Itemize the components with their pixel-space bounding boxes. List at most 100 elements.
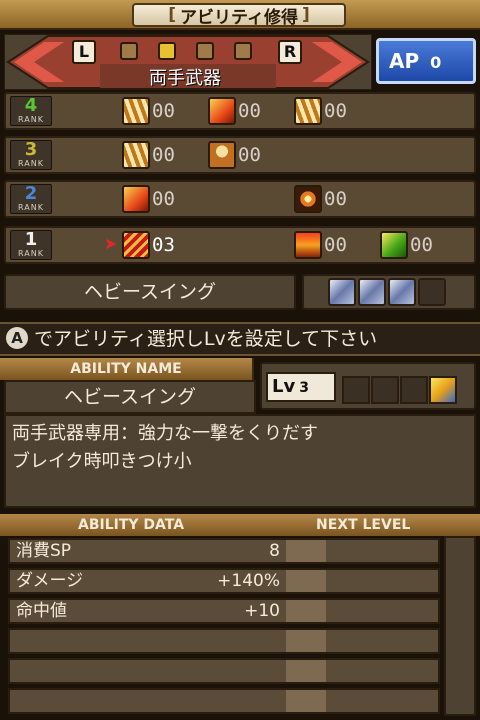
rank-word: RANK [18, 249, 44, 258]
ap-display: AP 0 [376, 38, 476, 84]
ability-count: 00 [324, 100, 347, 122]
rank-number: 1 [24, 229, 38, 250]
level-panel: Lv 3 [260, 362, 476, 410]
level-value: 3 [299, 380, 309, 396]
data-label: 消費SP [16, 541, 72, 561]
weapon-page-pip [196, 42, 214, 60]
title-bracket-left: [ [168, 5, 176, 25]
level-tag: Lv 3 [266, 372, 336, 402]
rank-badge: 3 RANK [10, 140, 52, 170]
a-button-icon: A [6, 327, 28, 349]
rank-badge: 1 RANK [10, 230, 52, 260]
next-level-panel [444, 536, 476, 716]
title-bracket-right: ] [301, 5, 310, 25]
ability-slot[interactable]: 00 [294, 230, 347, 260]
ability-count: 00 [152, 144, 175, 166]
ability-slot[interactable]: 00 [294, 96, 347, 126]
ability-count: 03 [152, 234, 175, 256]
rank-badge: 4 RANK [10, 96, 52, 126]
ability-slot[interactable]: 00 [122, 184, 175, 214]
data-label: ダメージ [16, 571, 84, 591]
level-up-icon[interactable] [429, 376, 457, 404]
ability-slot[interactable]: 00 [208, 96, 261, 126]
green-slash-icon [380, 231, 408, 259]
level-box [400, 376, 428, 404]
ability-slot[interactable]: 00 [122, 140, 175, 170]
next-level-title: NEXT LEVEL [316, 517, 411, 533]
next-level-cell [286, 630, 326, 652]
empty-slot[interactable] [418, 278, 446, 306]
rank-number: 3 [24, 139, 38, 160]
fire-slash-icon [122, 185, 150, 213]
equipped-slot-icon[interactable] [328, 278, 356, 306]
data-row: 命中値 +10 [8, 598, 440, 624]
ability-slot[interactable]: 00 [380, 230, 433, 260]
instruction-bar: A でアビリティ選択しLvを設定して下さい [0, 322, 480, 356]
instruction-text: でアビリティ選択しLvを設定して下さい [34, 328, 378, 350]
ap-label: AP [389, 49, 420, 73]
data-label: 命中値 [16, 601, 67, 621]
data-value: +10 [244, 601, 280, 621]
next-level-cell [286, 540, 326, 562]
heavy-swing-icon [122, 231, 150, 259]
level-box [342, 376, 370, 404]
rank-word: RANK [18, 203, 44, 212]
ability-name-header: ABILITY NAME [0, 358, 254, 380]
ability-slot[interactable]: 00 [122, 96, 175, 126]
weapon-page-pip [120, 42, 138, 60]
description-line: 両手武器専用：強力な一撃をくりだす [12, 423, 318, 444]
figure-icon [208, 141, 236, 169]
claw-icon [294, 97, 322, 125]
rank-number: 2 [24, 183, 38, 204]
rank-number: 4 [24, 95, 38, 116]
ability-slot[interactable]: 00 [208, 140, 261, 170]
ability-count: 00 [324, 188, 347, 210]
data-row [8, 688, 440, 714]
level-box [371, 376, 399, 404]
fire-slash-icon [208, 97, 236, 125]
claw-icon [122, 141, 150, 169]
rank-row-3: 3 RANK 00 00 [4, 136, 476, 174]
ability-count: 00 [238, 100, 261, 122]
l-button[interactable]: L [72, 40, 96, 64]
ability-count: 00 [152, 100, 175, 122]
ability-slot-selected[interactable]: 03 [122, 230, 175, 260]
equipped-slots [302, 274, 476, 310]
selected-ability-name: ヘビースイング [4, 274, 296, 310]
data-row: 消費SP 8 [8, 538, 440, 564]
weapon-page-pip [234, 42, 252, 60]
ability-count: 00 [410, 234, 433, 256]
ability-count: 00 [324, 234, 347, 256]
ability-description: 両手武器専用：強力な一撃をくりだす ブレイク時叩きつけ小 [4, 414, 476, 508]
weapon-name: 両手武器 [149, 68, 221, 89]
data-value: 8 [269, 541, 280, 561]
data-value: +140% [217, 571, 280, 591]
next-level-cell [286, 600, 326, 622]
data-row: ダメージ +140% [8, 568, 440, 594]
page-title: [ アビリティ修得 ] [132, 3, 346, 28]
rank-row-4: 4 RANK 00 00 00 [4, 92, 476, 130]
rank-word: RANK [18, 159, 44, 168]
equipped-slot-icon[interactable] [358, 278, 386, 306]
ability-data-title: ABILITY DATA [78, 517, 185, 533]
r-button[interactable]: R [278, 40, 302, 64]
ap-value: 0 [430, 53, 442, 72]
rank-row-1: 1 RANK ➤ 03 00 00 [4, 226, 476, 264]
ability-slot[interactable]: 00 [294, 184, 347, 214]
flame-burst-icon [294, 231, 322, 259]
next-level-cell [286, 570, 326, 592]
level-label: Lv [272, 376, 296, 397]
burst-icon [294, 185, 322, 213]
next-level-cell [286, 690, 326, 712]
weapon-page-pip-active [158, 42, 176, 60]
title-text: アビリティ修得 [180, 7, 298, 28]
ability-data-header: ABILITY DATA NEXT LEVEL [0, 514, 480, 536]
equipped-slot-icon[interactable] [388, 278, 416, 306]
rank-row-2: 2 RANK 00 00 [4, 180, 476, 218]
rank-word: RANK [18, 115, 44, 124]
next-level-cell [286, 660, 326, 682]
rank-badge: 2 RANK [10, 184, 52, 214]
ability-count: 00 [238, 144, 261, 166]
description-line: ブレイク時叩きつけ小 [12, 451, 192, 472]
ability-count: 00 [152, 188, 175, 210]
